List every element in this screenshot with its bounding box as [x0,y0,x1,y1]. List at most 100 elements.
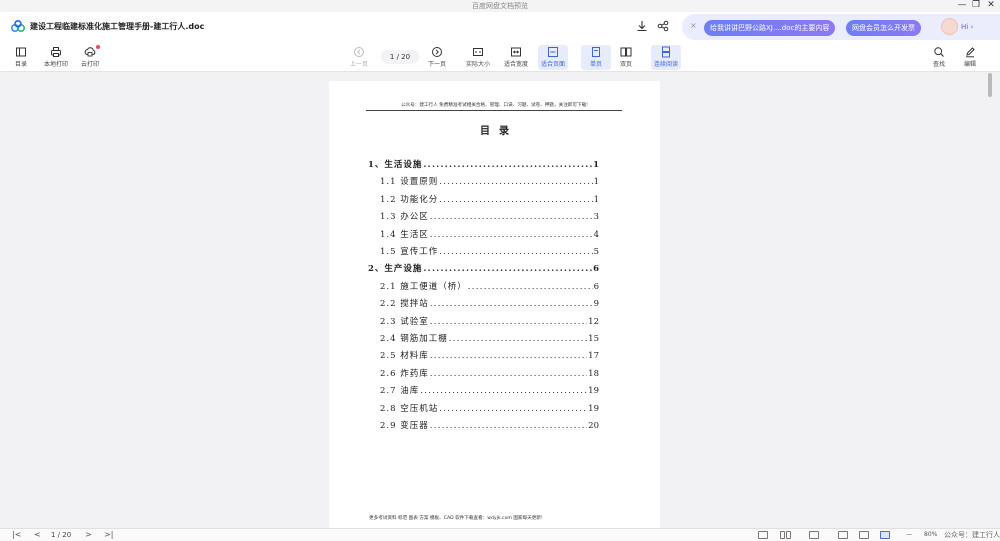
toc-leader-dots: ........................................… [429,229,593,240]
page-indicator[interactable]: 1 / 20 [381,50,419,64]
continuous-icon [662,46,670,58]
toc-entry[interactable]: 1.5 宣传工作................................… [380,245,599,257]
close-promo-icon[interactable]: × [690,21,697,30]
vertical-scrollbar-thumb[interactable] [988,73,992,97]
cloud-print-icon [84,47,96,57]
toc-entry[interactable]: 2.4 钢筋加工棚...............................… [380,332,599,344]
search-button[interactable]: 查找 [924,45,954,70]
double-page-view-icon[interactable] [780,531,785,539]
toc-entry-page: 1 [593,160,599,170]
toc-entry-page: 5 [593,247,599,257]
page-footer-text: 更多考试资料 标范 图表 方案 模板、CAD 软件下载查看：wdyjk.com … [369,516,543,521]
toc-entry-page: 1 [593,194,599,205]
prev-page-button[interactable]: 上一页 [344,45,374,70]
toc-entry[interactable]: 1.2 功能化分................................… [380,193,599,205]
toc-entry-title: 1.1 设置原则 [380,177,439,188]
fit-width-view-icon[interactable] [859,531,869,539]
document-page: 公众号：建工行人 免费精准考试相关合格、管理、口诀、习题、试卷、押题，关注即可下… [329,81,660,528]
toc-entry-title: 2.2 搅拌站 [380,299,429,310]
restore-button[interactable]: ❐ [968,0,984,12]
download-icon[interactable] [635,19,649,33]
page-header-text: 公众号：建工行人 免费精准考试相关合格、管理、口诀、习题、试卷、押题，关注即可下… [400,103,589,108]
actual-size-button[interactable]: 实际大小 [463,45,493,70]
toc-entry[interactable]: 2.5 材料库.................................… [380,349,599,361]
continuous-reading-button[interactable]: 连续阅读 [651,45,681,70]
fit-width-button[interactable]: 适合宽度 [501,45,531,70]
zoom-out-icon[interactable]: — [906,531,912,538]
toc-entry[interactable]: 2.2 搅拌站.................................… [380,297,599,309]
first-page-icon[interactable]: |< [12,530,21,539]
close-window-button[interactable]: ✕ [983,0,999,12]
continuous-view-icon[interactable] [809,531,819,539]
toc-entry-page: 17 [588,351,599,362]
next-page-button[interactable]: 下一页 [422,45,452,70]
actual-size-view-icon[interactable] [838,531,848,539]
toc-entry-title: 2.9 变压器 [380,421,429,431]
toc-leader-dots: ........................................… [429,316,587,327]
toc-entry-title: 1.4 生活区 [380,229,429,240]
toc-entry-page: 1 [593,177,599,188]
fit-page-button[interactable]: 适合页面 [538,45,568,70]
zoom-level[interactable]: 80% [924,531,937,538]
toc-entry[interactable]: 2.7 油库..................................… [380,384,599,396]
edit-icon [966,47,975,58]
double-page-button[interactable]: 双页 [611,45,641,70]
prev-page-icon[interactable]: < [34,530,41,539]
actual-size-icon [473,48,483,56]
toc-entry-page: 4 [593,229,599,240]
assistant-greeting[interactable]: Hi › [961,23,973,31]
ai-summary-suggestion[interactable]: 给我讲讲巴野公路XJ....doc的主要内容 [704,20,836,36]
notification-badge [96,45,100,49]
toc-entry-title: 2.5 材料库 [380,351,429,362]
toc-entry[interactable]: 1.3 办公区.................................… [380,210,599,222]
toc-entry-title: 2.6 炸药库 [380,368,429,379]
edit-button[interactable]: 编辑 [955,45,985,70]
toc-button[interactable]: 目录 [6,45,36,70]
toc-entry-title: 2.1 施工便道（桥） [380,281,467,292]
toc-entry-title: 2.3 试验室 [380,316,429,327]
toc-leader-dots: ........................................… [429,368,587,379]
single-page-view-icon[interactable] [758,531,768,539]
fit-width-icon [511,47,521,57]
toc-leader-dots: ........................................… [429,212,593,223]
toc-leader-dots: ........................................… [429,421,587,431]
bottom-page-indicator[interactable]: 1 / 20 [51,531,71,539]
toc-entry[interactable]: 2.6 炸药库.................................… [380,367,599,379]
toc-entry-page: 20 [588,421,599,431]
single-page-button[interactable]: 单页 [581,45,611,70]
toc-leader-dots: ........................................… [429,351,587,362]
toc-leader-dots: ........................................… [420,386,587,397]
toc-entry[interactable]: 2.1 施工便道（桥）.............................… [380,280,599,292]
toc-entry[interactable]: 1.4 生活区.................................… [380,228,599,240]
toc-entry-title: 1.2 功能化分 [380,194,439,205]
toc-entry[interactable]: 2.9 变压器.................................… [380,419,599,431]
toc-entry[interactable]: 2、生产设施..................................… [368,262,599,274]
toc-title: 目录 [480,126,518,137]
toc-entry-title: 2.8 空压机站 [380,403,439,414]
toc-entry-page: 3 [593,212,599,223]
toc-icon [16,47,26,57]
toc-entry[interactable]: 2.8 空压机站................................… [380,402,599,414]
toc-entry[interactable]: 1、生活设施..................................… [368,158,599,170]
invoice-suggestion[interactable]: 网盘会员怎么开发票 [846,20,921,36]
share-icon[interactable] [656,19,670,33]
last-page-icon[interactable]: >| [104,530,113,539]
toc-entry-page: 15 [588,334,599,344]
fit-page-view-icon[interactable] [880,531,890,539]
printer-icon [51,47,61,57]
toc-entry[interactable]: 1.1 设置原则................................… [380,175,599,187]
toc-entry-title: 1、生活设施 [368,160,423,170]
toc-leader-dots: ........................................… [448,334,587,344]
assistant-avatar[interactable] [941,18,958,35]
window-titlebar: 百度网盘文档预览 — ❐ ✕ [0,0,1000,12]
search-icon [934,47,944,57]
toc-leader-dots: ........................................… [423,264,592,275]
cloud-print-button[interactable]: 云打印 [75,45,105,70]
local-print-button[interactable]: 本地打印 [41,45,71,70]
toc-entry[interactable]: 2.3 试验室.................................… [380,315,599,327]
toc-entry-page: 19 [588,386,599,397]
toc-entry-page: 6 [593,264,599,275]
single-page-icon [592,47,600,57]
next-page-icon[interactable]: > [85,530,92,539]
viewer-toolbar [0,42,1000,72]
